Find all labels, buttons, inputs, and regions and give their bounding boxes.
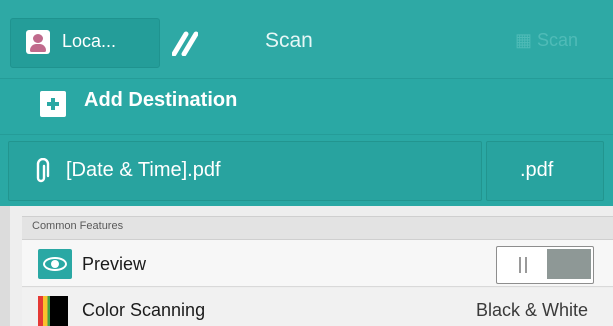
section-label: Common Features xyxy=(32,220,124,232)
add-destination-label: Add Destination xyxy=(84,89,238,111)
toggle-knob xyxy=(547,249,591,279)
magic-wand-icon[interactable] xyxy=(172,28,198,56)
color-scanning-label: Color Scanning xyxy=(82,300,206,320)
scan-app: Loca... Scan ▦ Scan Add Destination [Dat… xyxy=(0,0,613,326)
color-scanning-value: Black & White xyxy=(475,300,588,320)
user-icon-head xyxy=(33,34,43,43)
preview-label: Preview xyxy=(82,254,147,274)
paperclip-icon xyxy=(36,158,50,183)
eye-pupil xyxy=(51,260,59,268)
ghost-label: Scan xyxy=(537,30,579,50)
color-palette-icon xyxy=(38,296,68,326)
toggle-grip xyxy=(525,257,527,273)
color-palette-dark xyxy=(50,296,68,326)
eye-icon xyxy=(38,249,72,279)
app-title: Scan xyxy=(265,29,313,52)
panel-edge xyxy=(0,206,10,326)
plus-icon xyxy=(40,91,66,117)
ghost-scan-icon: ▦ Scan xyxy=(515,30,579,50)
user-icon-body xyxy=(30,44,46,52)
toggle-grip xyxy=(519,257,521,273)
file-name-label: [Date & Time].pdf xyxy=(66,159,221,181)
file-extension-label: .pdf xyxy=(520,159,554,181)
local-tab-label: Loca... xyxy=(62,31,117,51)
preview-toggle[interactable] xyxy=(496,246,594,284)
user-icon xyxy=(26,30,50,54)
